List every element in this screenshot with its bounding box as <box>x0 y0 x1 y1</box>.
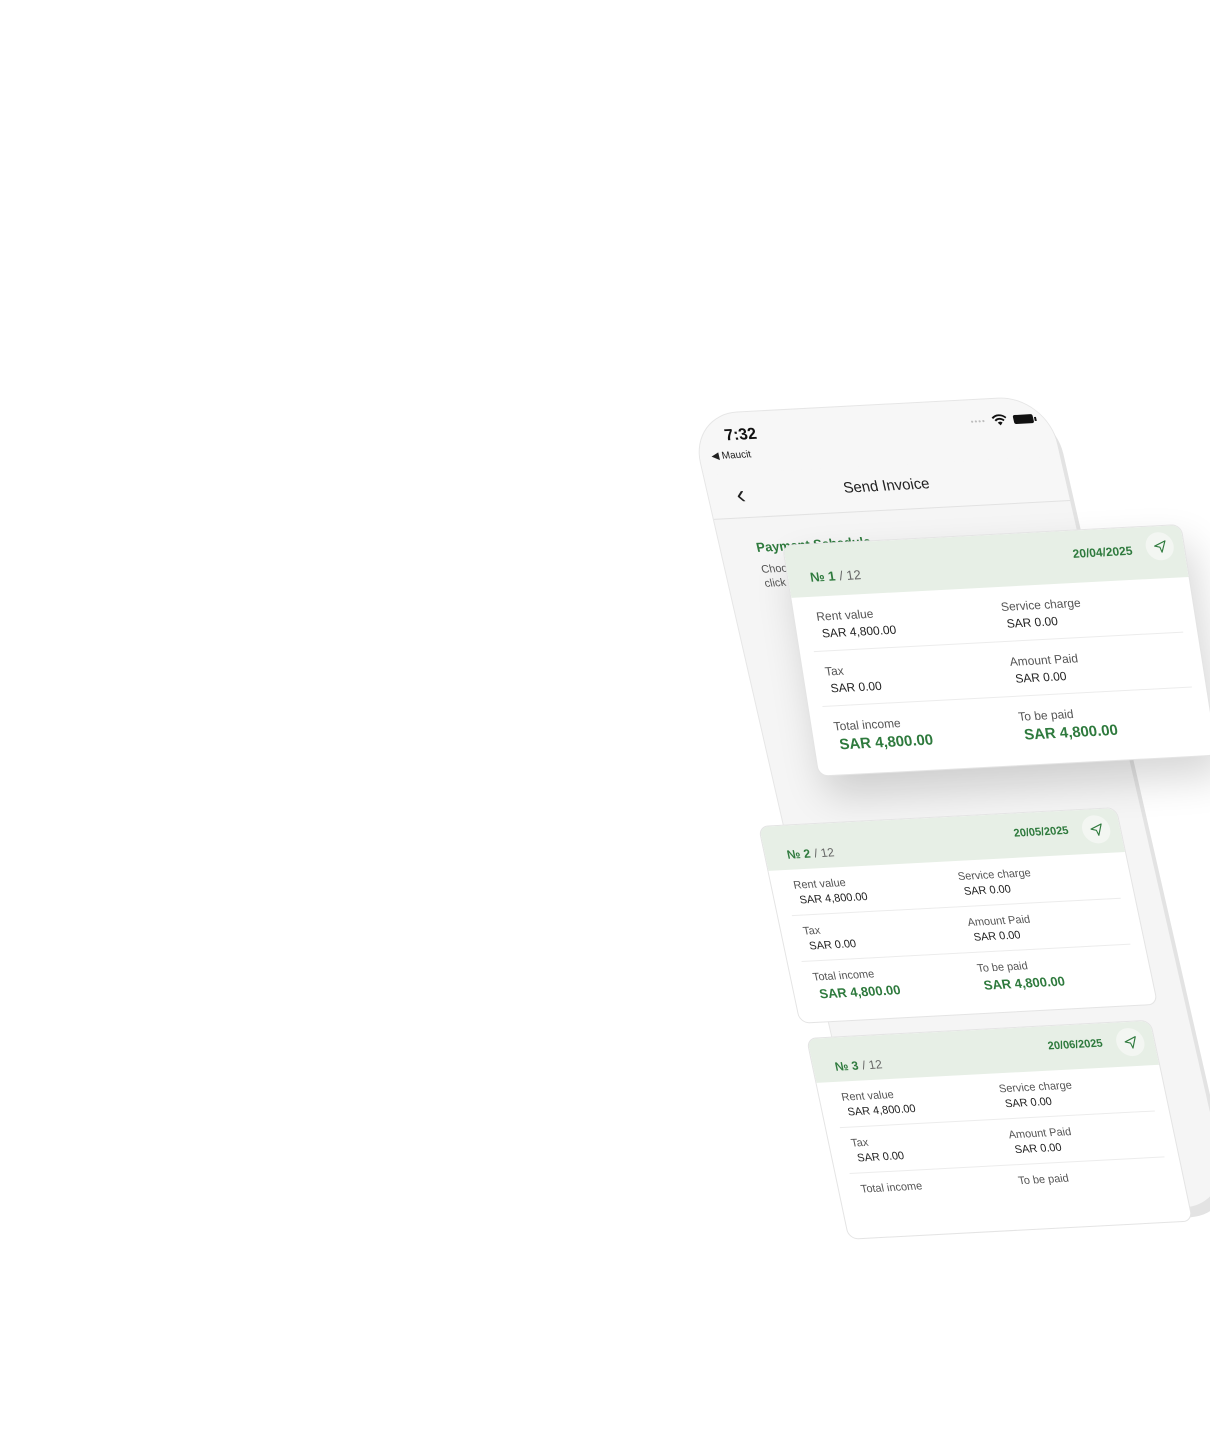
system-icons: •••• <box>969 412 1035 427</box>
installment-index: № 3 <box>833 1058 860 1074</box>
wifi-icon <box>991 414 1007 426</box>
send-invoice-button[interactable] <box>1079 814 1113 845</box>
page-title: Send Invoice <box>841 475 932 497</box>
installment-number: № 3/ 12 <box>834 1057 884 1073</box>
total-income-label: Total income <box>859 1180 924 1196</box>
installment-total: / 12 <box>812 845 836 861</box>
installment-date: 20/06/2025 <box>1046 1037 1104 1053</box>
battery-icon <box>1012 413 1035 424</box>
installment-number: № 2/ 12 <box>786 845 836 861</box>
installment-card[interactable]: № 1/ 12 20/04/2025 Rent value SAR 4,800.0… <box>782 523 1210 777</box>
back-to-app-link[interactable]: ◀ Maucit <box>710 449 752 462</box>
installment-date: 20/05/2025 <box>1012 824 1070 840</box>
to-be-paid-label: To be paid <box>1017 1172 1070 1188</box>
installment-total: / 12 <box>838 567 862 584</box>
send-invoice-button[interactable] <box>1143 531 1176 561</box>
send-arrow-icon <box>1124 1035 1136 1049</box>
send-arrow-icon <box>1153 539 1165 553</box>
installment-card[interactable]: № 2/ 12 20/05/2025 Rent value SAR 4,800.0… <box>758 807 1159 1024</box>
signal-icon: •••• <box>969 416 987 426</box>
installment-index: № 2 <box>785 846 812 862</box>
send-arrow-icon <box>1089 822 1102 836</box>
send-invoice-button[interactable] <box>1113 1027 1148 1057</box>
installment-index: № 1 <box>808 568 837 585</box>
installment-date: 20/04/2025 <box>1071 543 1134 561</box>
installment-card[interactable]: № 3/ 12 20/06/2025 Rent value SAR 4,800.0… <box>806 1019 1194 1240</box>
installment-number: № 1/ 12 <box>809 567 862 585</box>
status-time: 7:32 <box>722 425 759 445</box>
installment-total: / 12 <box>860 1057 884 1073</box>
